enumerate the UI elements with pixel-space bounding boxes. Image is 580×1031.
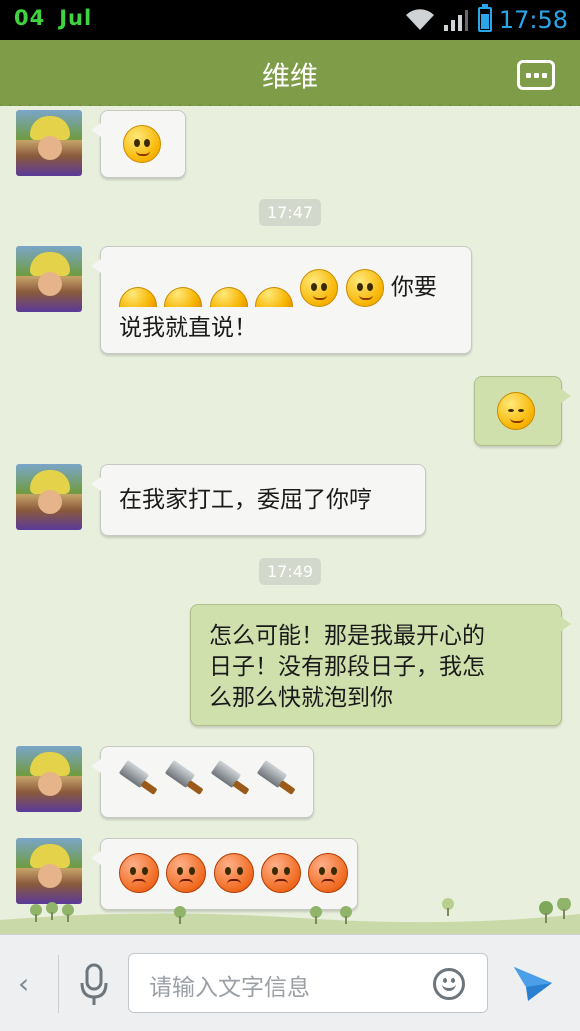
- timestamp: 17:49: [258, 558, 322, 585]
- message-text-line: 日子！没有那段日子，我怎: [209, 654, 485, 680]
- smile-icon: [209, 287, 248, 307]
- kitchen-knife-icon: [210, 759, 251, 798]
- signal-icon: [444, 10, 468, 31]
- kitchen-knife-icon: [256, 759, 297, 798]
- message-input[interactable]: 请输入文字信息: [128, 953, 488, 1013]
- sweat-face-icon: [123, 125, 161, 163]
- smile-icon: [254, 287, 293, 307]
- angry-fire-face-icon: [308, 853, 349, 893]
- message-text: 你要: [390, 274, 437, 301]
- message-bubble[interactable]: 在我家打工，委屈了你哼: [91, 464, 426, 536]
- message-text-line: 怎么可能！那是我最开心的: [209, 623, 485, 649]
- message-text-line: 么那么快就泡到你: [209, 685, 393, 711]
- status-time: 17:58: [498, 6, 568, 34]
- status-date: 04 Jul: [14, 6, 92, 30]
- divider: [58, 955, 59, 1013]
- contact-avatar[interactable]: [16, 110, 82, 176]
- contact-avatar[interactable]: [16, 746, 82, 812]
- angry-fire-face-icon: [119, 853, 159, 893]
- contact-avatar[interactable]: [16, 838, 82, 904]
- message-bubble[interactable]: [91, 110, 186, 178]
- title-bar: 维维: [0, 40, 580, 112]
- wifi-icon: [406, 9, 434, 31]
- status-bar: 04 Jul 17:58: [0, 0, 580, 40]
- tongue-face-icon: [345, 269, 384, 307]
- message-bubble[interactable]: [91, 746, 314, 818]
- message-bubble[interactable]: 你要 说我就直说！: [91, 246, 472, 354]
- microphone-icon[interactable]: [80, 963, 108, 1007]
- status-month: Jul: [59, 6, 93, 30]
- timestamp: 17:47: [258, 199, 322, 226]
- tongue-face-icon: [300, 269, 339, 307]
- message-input-placeholder: 请输入文字信息: [149, 975, 310, 1001]
- message-text: 说我就直说！: [119, 315, 257, 341]
- background-scenery: [0, 898, 580, 934]
- chat-title: 维维: [261, 60, 318, 93]
- message-list[interactable]: 17:47 你要 说我就直说！ 在我家打工，委屈了你哼 17:49 怎么可能！那…: [0, 106, 580, 934]
- input-bar: ‹ 请输入文字信息: [0, 934, 580, 1031]
- content-smile-icon: [497, 392, 535, 430]
- more-dots-icon[interactable]: [517, 60, 555, 90]
- emoji-smile-icon[interactable]: [433, 968, 465, 1000]
- message-text: 在我家打工，委屈了你哼: [119, 487, 372, 513]
- angry-fire-face-icon: [260, 853, 301, 893]
- status-day: 04: [14, 6, 46, 30]
- smile-icon: [164, 287, 203, 307]
- angry-fire-face-icon: [166, 853, 207, 893]
- send-icon[interactable]: [512, 963, 554, 1003]
- battery-icon: [478, 4, 492, 32]
- smile-icon: [119, 287, 157, 307]
- angry-fire-face-icon: [213, 853, 254, 893]
- contact-avatar[interactable]: [16, 464, 82, 530]
- message-bubble[interactable]: 怎么可能！那是我最开心的 日子！没有那段日子，我怎 么那么快就泡到你: [190, 604, 571, 726]
- chevron-left-icon[interactable]: ‹: [18, 967, 29, 1000]
- message-bubble[interactable]: [474, 376, 571, 446]
- kitchen-knife-icon: [118, 759, 159, 798]
- contact-avatar[interactable]: [16, 246, 82, 312]
- kitchen-knife-icon: [164, 759, 205, 798]
